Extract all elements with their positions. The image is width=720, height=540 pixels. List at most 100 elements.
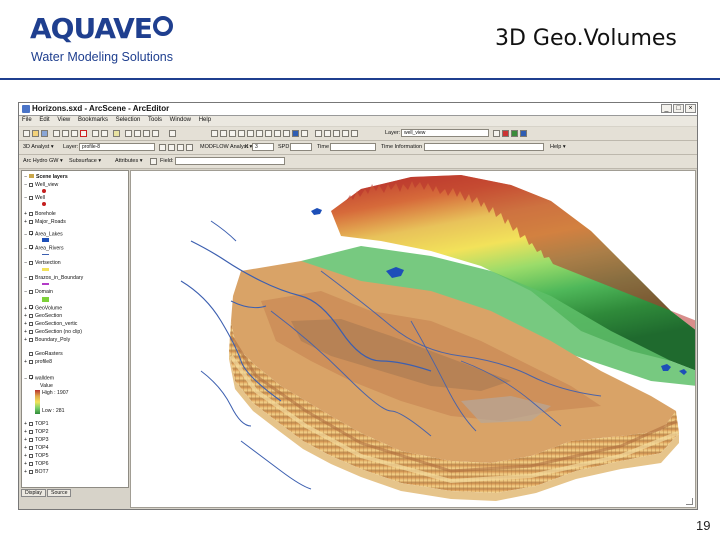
new-icon[interactable] — [23, 130, 30, 137]
toc-layer-top3[interactable]: + TOP3 — [24, 437, 48, 443]
toc-layer-boundary-poly[interactable]: + Boundary_Poly — [24, 337, 70, 343]
folder-icon[interactable] — [32, 130, 39, 137]
redo-icon[interactable] — [101, 130, 108, 137]
arc-hydro-gw-menu[interactable]: Arc Hydro GW ▾ — [23, 158, 63, 164]
menu-help[interactable]: Help — [199, 117, 211, 123]
fly-icon[interactable] — [220, 130, 227, 137]
layer-checkbox[interactable]: ✓ — [29, 375, 34, 382]
analyst-layer-select[interactable]: profile-8 — [79, 143, 155, 151]
catalog-icon[interactable] — [125, 130, 132, 137]
zoom-in-icon[interactable] — [247, 130, 254, 137]
toc-layer-domain[interactable]: − Domain — [24, 289, 53, 295]
tab-display[interactable]: Display — [21, 489, 47, 497]
menu-view[interactable]: View — [57, 117, 70, 123]
layer-checkbox[interactable] — [29, 313, 33, 318]
layer-checkbox[interactable] — [29, 351, 33, 356]
layer-checkbox[interactable] — [29, 437, 33, 442]
tab-source[interactable]: Source — [47, 489, 72, 497]
3d-analyst-menu[interactable]: 3D Analyst ▾ — [23, 144, 54, 150]
layer-checkbox[interactable] — [29, 337, 33, 342]
layer-checkbox[interactable] — [29, 219, 33, 224]
identify-icon[interactable] — [292, 130, 299, 137]
layer-select[interactable]: well_view — [401, 129, 489, 137]
layer-checkbox[interactable] — [29, 211, 33, 216]
attributes-icon[interactable] — [520, 130, 527, 137]
menu-bookmarks[interactable]: Bookmarks — [78, 117, 108, 123]
field-select[interactable] — [175, 157, 285, 165]
layer-icon[interactable] — [324, 130, 331, 137]
toolbox-icon[interactable] — [134, 130, 141, 137]
resize-grip[interactable] — [686, 498, 693, 505]
layer-checkbox[interactable] — [29, 445, 33, 450]
center-icon[interactable] — [342, 130, 349, 137]
zoom-icon[interactable] — [238, 130, 245, 137]
cut-icon[interactable] — [53, 130, 60, 137]
toc-layer-top1[interactable]: + TOP1 — [24, 421, 48, 427]
time-field[interactable] — [330, 143, 376, 151]
menu-tools[interactable]: Tools — [148, 117, 162, 123]
layer-checkbox[interactable] — [29, 329, 33, 334]
navigate-icon[interactable] — [211, 130, 218, 137]
modelbuilder-icon[interactable] — [152, 130, 159, 137]
layer-checkbox[interactable] — [29, 469, 33, 474]
delete-icon[interactable] — [80, 130, 87, 137]
layer-checkbox[interactable] — [29, 260, 33, 265]
subsurface-menu[interactable]: Subsurface ▾ — [69, 158, 101, 164]
layer-checkbox[interactable] — [29, 275, 33, 280]
toc-layer-geosection-noclip[interactable]: + GeoSection (no clip) — [24, 329, 82, 335]
toc-layer-vertsection[interactable]: − Vertsection — [24, 260, 61, 266]
edit-tool-icon[interactable] — [502, 130, 509, 137]
measure-icon[interactable] — [301, 130, 308, 137]
help-menu[interactable]: Help ▾ — [550, 144, 566, 150]
layer-checkbox[interactable] — [29, 461, 33, 466]
layer-checkbox[interactable]: ✓ — [29, 305, 34, 312]
swipe-icon[interactable] — [315, 130, 322, 137]
menu-selection[interactable]: Selection — [116, 117, 141, 123]
layer-checkbox[interactable] — [29, 421, 33, 426]
paste-icon[interactable] — [71, 130, 78, 137]
save-icon[interactable] — [41, 130, 48, 137]
steepest-path-icon[interactable] — [168, 144, 175, 151]
toc-layer-brazos-boundary[interactable]: − Brazos_in_Boundary — [24, 275, 83, 281]
maximize-button[interactable]: □ — [673, 104, 684, 113]
toc-layer-top6[interactable]: + TOP6 — [24, 461, 48, 467]
toc-layer-major-roads[interactable]: + Major_Roads — [24, 219, 66, 225]
k-field[interactable]: 3 — [252, 143, 274, 151]
close-button[interactable]: × — [685, 104, 696, 113]
zoom-out-icon[interactable] — [256, 130, 263, 137]
menu-edit[interactable]: Edit — [39, 117, 49, 123]
target-icon[interactable] — [229, 130, 236, 137]
toc-layer-top2[interactable]: + TOP2 — [24, 429, 48, 435]
layer-checkbox[interactable]: ✓ — [29, 245, 34, 252]
attributes-menu[interactable]: Attributes ▾ — [115, 158, 143, 164]
menu-file[interactable]: File — [22, 117, 32, 123]
toc-root[interactable]: − Scene layers — [24, 174, 68, 180]
toc-layer-profile8[interactable]: + profile8 — [24, 359, 52, 365]
toc-layer-well-view[interactable]: − Well_view — [24, 182, 58, 188]
line-of-sight-icon[interactable] — [177, 144, 184, 151]
layer-checkbox[interactable] — [29, 359, 33, 364]
scene-view[interactable] — [130, 170, 696, 508]
undo-icon[interactable] — [92, 130, 99, 137]
profile-graph-icon[interactable] — [186, 144, 193, 151]
toc-layer-area-lakes[interactable]: − ✓Area_Lakes — [24, 231, 63, 238]
toc-layer-geovolume[interactable]: + ✓GeoVolume — [24, 305, 62, 312]
minimize-button[interactable]: _ — [661, 104, 672, 113]
toc-layer-geosection-vertic[interactable]: + GeoSection_vertic — [24, 321, 77, 327]
toc-layer-bot7[interactable]: + BOT7 — [24, 469, 49, 475]
toc-layer-walldem[interactable]: − ✓walldem — [24, 375, 54, 382]
full-extent-icon[interactable] — [274, 130, 281, 137]
layer-checkbox[interactable] — [29, 289, 33, 294]
window-titlebar[interactable]: Horizons.sxd - ArcScene - ArcEditor _ □ … — [19, 103, 697, 116]
layer-checkbox[interactable] — [29, 429, 33, 434]
layer-checkbox[interactable] — [29, 453, 33, 458]
toc-layer-geosection[interactable]: + GeoSection — [24, 313, 62, 319]
contour-icon[interactable] — [159, 144, 166, 151]
menu-window[interactable]: Window — [170, 117, 191, 123]
toc-layer-well[interactable]: − Well — [24, 195, 45, 201]
copy-icon[interactable] — [62, 130, 69, 137]
toc-layer-top4[interactable]: + TOP4 — [24, 445, 48, 451]
toc-layer-georasters[interactable]: GeoRasters — [24, 351, 63, 357]
help-icon[interactable] — [169, 130, 176, 137]
spd-field[interactable] — [290, 143, 312, 151]
